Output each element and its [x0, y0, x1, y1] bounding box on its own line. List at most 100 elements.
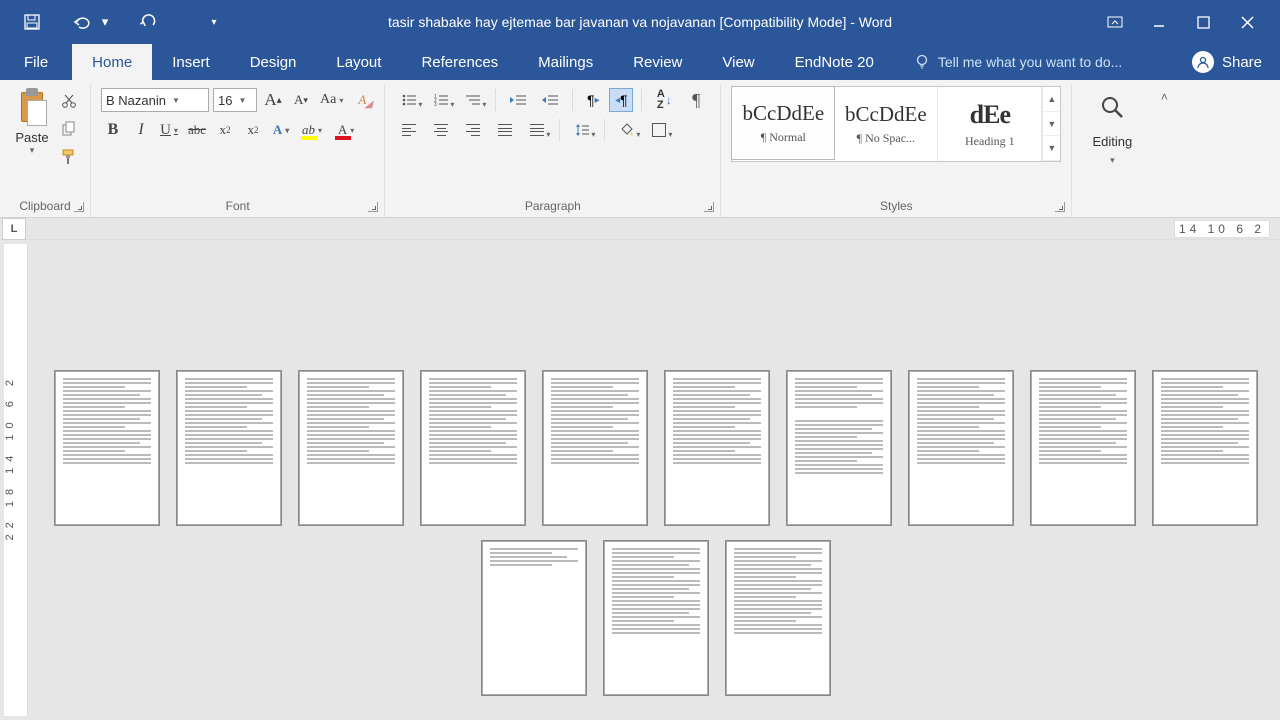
sort-icon[interactable]: AZ↓: [650, 88, 678, 112]
numbering-icon[interactable]: 123: [427, 88, 455, 112]
tab-file[interactable]: File: [0, 44, 72, 80]
ribbon-tabs: File Home Insert Design Layout Reference…: [0, 44, 1280, 80]
dialog-launcher-icon[interactable]: [368, 202, 378, 212]
multilevel-icon[interactable]: [459, 88, 487, 112]
vertical-ruler[interactable]: 22 18 14 10 6 2: [4, 244, 28, 716]
document-area: 22 18 14 10 6 2: [0, 240, 1280, 720]
align-left-icon[interactable]: [395, 118, 423, 142]
page-thumbnail[interactable]: [176, 370, 282, 526]
style-no-spacing[interactable]: bCcDdEe ¶ No Spac...: [834, 87, 938, 161]
decrease-font-icon[interactable]: A▾: [289, 88, 313, 112]
styles-scroll-up-icon[interactable]: ▲: [1043, 87, 1060, 112]
align-center-icon[interactable]: [427, 118, 455, 142]
align-right-icon[interactable]: [459, 118, 487, 142]
tell-me-search[interactable]: Tell me what you want to do...: [914, 44, 1122, 80]
dialog-launcher-icon[interactable]: [1055, 202, 1065, 212]
group-font: B Nazanin▼ 16▼ A▴ A▾ Aa A◢ B I U abc x2 …: [91, 84, 385, 217]
borders-icon[interactable]: [645, 118, 673, 142]
strikethrough-button[interactable]: abc: [185, 118, 209, 142]
paste-button[interactable]: Paste ▾: [10, 86, 54, 156]
clear-format-icon[interactable]: A◢: [350, 88, 374, 112]
tab-design[interactable]: Design: [230, 44, 317, 80]
tab-references[interactable]: References: [401, 44, 518, 80]
group-label: Paragraph: [395, 196, 710, 217]
page-thumbnail[interactable]: [1030, 370, 1136, 526]
superscript-button[interactable]: x2: [241, 118, 265, 142]
rtl-button[interactable]: ◂¶: [609, 88, 633, 112]
decrease-indent-icon[interactable]: [504, 88, 532, 112]
change-case-icon[interactable]: Aa: [317, 88, 346, 112]
copy-icon[interactable]: [58, 118, 80, 140]
show-hide-icon[interactable]: ¶: [682, 88, 710, 112]
page-thumbnail[interactable]: [725, 540, 831, 696]
save-icon[interactable]: [18, 8, 46, 36]
window-title: tasir shabake hay ejtemae bar javanan va…: [388, 14, 892, 30]
undo-more-icon[interactable]: ▾: [98, 8, 112, 36]
dialog-launcher-icon[interactable]: [704, 202, 714, 212]
undo-icon[interactable]: [68, 8, 96, 36]
qat-customize-icon[interactable]: ▾: [206, 8, 222, 36]
justify-icon[interactable]: [491, 118, 519, 142]
page-thumbnail[interactable]: [542, 370, 648, 526]
font-size-combo[interactable]: 16▼: [213, 88, 257, 112]
page-thumbnail[interactable]: [420, 370, 526, 526]
ltr-button[interactable]: ¶▸: [581, 88, 605, 112]
horizontal-ruler[interactable]: 14 10 6 2: [28, 218, 1280, 239]
page-thumbnail[interactable]: [481, 540, 587, 696]
tab-home[interactable]: Home: [72, 44, 152, 80]
page-thumbnail[interactable]: [664, 370, 770, 526]
close-icon[interactable]: [1232, 10, 1262, 34]
italic-button[interactable]: I: [129, 118, 153, 142]
dialog-launcher-icon[interactable]: [74, 202, 84, 212]
underline-button[interactable]: U: [157, 118, 181, 142]
format-painter-icon[interactable]: [58, 146, 80, 168]
tab-view[interactable]: View: [702, 44, 774, 80]
tell-me-placeholder: Tell me what you want to do...: [938, 54, 1122, 70]
bullets-icon[interactable]: [395, 88, 423, 112]
tab-endnote[interactable]: EndNote 20: [775, 44, 894, 80]
svg-text:3: 3: [434, 102, 437, 106]
ribbon-display-icon[interactable]: [1100, 10, 1130, 34]
subscript-button[interactable]: x2: [213, 118, 237, 142]
styles-scroll-down-icon[interactable]: ▼: [1043, 112, 1060, 137]
page-thumbnail[interactable]: [908, 370, 1014, 526]
redo-icon[interactable]: [134, 8, 162, 36]
group-label: Font: [101, 196, 374, 217]
minimize-icon[interactable]: [1144, 10, 1174, 34]
bold-button[interactable]: B: [101, 118, 125, 142]
find-icon[interactable]: [1099, 94, 1125, 126]
editing-label-text: Editing: [1092, 134, 1132, 149]
page-thumbnails[interactable]: [32, 240, 1280, 720]
collapse-ribbon-icon[interactable]: ˄: [1152, 84, 1176, 104]
line-spacing-icon[interactable]: [568, 118, 596, 142]
ruler-area: L 14 10 6 2: [0, 218, 1280, 240]
person-icon: [1192, 51, 1214, 73]
increase-font-icon[interactable]: A▴: [261, 88, 285, 112]
style-normal[interactable]: bCcDdEe ¶ Normal: [731, 86, 835, 160]
share-button[interactable]: Share: [1174, 44, 1280, 80]
maximize-icon[interactable]: [1188, 10, 1218, 34]
page-thumbnail[interactable]: [786, 370, 892, 526]
highlight-icon[interactable]: ab: [297, 118, 327, 142]
text-effects-icon[interactable]: A: [269, 118, 293, 142]
font-name-combo[interactable]: B Nazanin▼: [101, 88, 209, 112]
font-color-icon[interactable]: A: [331, 118, 361, 142]
tab-layout[interactable]: Layout: [316, 44, 401, 80]
increase-indent-icon[interactable]: [536, 88, 564, 112]
styles-expand-icon[interactable]: ▼: [1043, 136, 1060, 161]
shading-icon[interactable]: [613, 118, 641, 142]
page-thumbnail[interactable]: [298, 370, 404, 526]
tab-selector[interactable]: L: [2, 218, 26, 240]
page-thumbnail[interactable]: [1152, 370, 1258, 526]
tab-insert[interactable]: Insert: [152, 44, 230, 80]
distributed-icon[interactable]: [523, 118, 551, 142]
page-thumbnail[interactable]: [54, 370, 160, 526]
tab-mailings[interactable]: Mailings: [518, 44, 613, 80]
share-label: Share: [1222, 54, 1262, 71]
cut-icon[interactable]: [58, 90, 80, 112]
style-heading-1[interactable]: dEe Heading 1: [938, 87, 1042, 161]
page-thumbnail[interactable]: [603, 540, 709, 696]
tab-review[interactable]: Review: [613, 44, 702, 80]
lightbulb-icon: [914, 53, 930, 72]
title-bar: ▾ ▾ tasir shabake hay ejtemae bar javana…: [0, 0, 1280, 44]
